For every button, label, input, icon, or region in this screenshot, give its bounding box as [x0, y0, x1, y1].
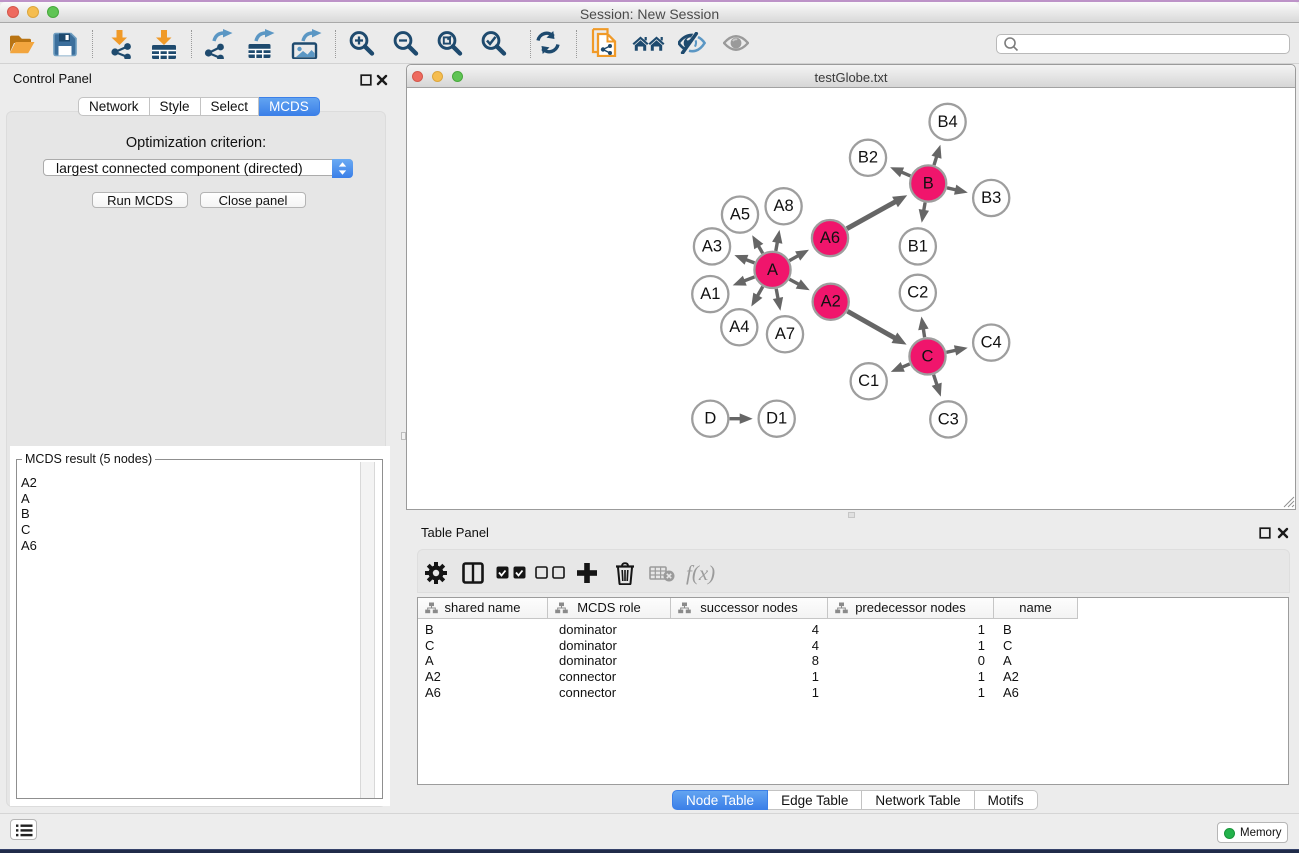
svg-text:B3: B3 [981, 189, 1001, 207]
svg-text:A3: A3 [702, 237, 722, 255]
svg-text:A2: A2 [821, 293, 841, 311]
svg-text:B2: B2 [858, 149, 878, 167]
svg-text:A4: A4 [729, 318, 749, 336]
svg-text:D1: D1 [766, 410, 787, 428]
svg-text:A1: A1 [700, 285, 720, 303]
svg-text:B4: B4 [938, 113, 958, 131]
svg-text:A7: A7 [775, 325, 795, 343]
svg-text:B: B [923, 174, 934, 192]
svg-text:B1: B1 [908, 237, 928, 255]
svg-text:C4: C4 [981, 333, 1002, 351]
svg-text:C3: C3 [938, 410, 959, 428]
svg-text:C2: C2 [907, 284, 928, 302]
svg-text:A: A [767, 261, 778, 279]
svg-text:A8: A8 [774, 197, 794, 215]
svg-text:D: D [704, 410, 716, 428]
svg-text:C: C [922, 347, 934, 365]
svg-text:C1: C1 [858, 372, 879, 390]
svg-text:A5: A5 [730, 205, 750, 223]
svg-text:A6: A6 [820, 229, 840, 247]
